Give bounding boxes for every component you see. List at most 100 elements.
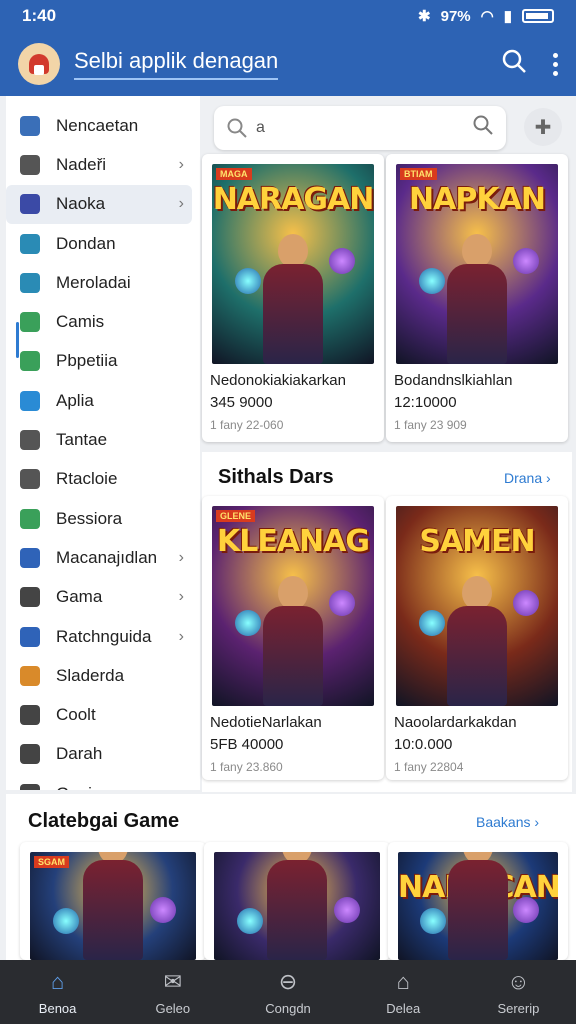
game-artwork[interactable] (214, 852, 380, 960)
nav-item[interactable]: ⌂ Benoa (0, 960, 115, 1024)
game-card[interactable]: SAMEN Naoolardarkakdan 10:0.000 1 fany 2280… (386, 496, 568, 780)
magic-orb (334, 897, 361, 924)
game-card[interactable]: NANHCAN (388, 842, 568, 960)
sidebar-item-label: Nadeři (56, 154, 107, 174)
sidebar-item[interactable]: Bessiora (6, 499, 192, 538)
game-price: 10:0.000 (394, 736, 453, 753)
sidebar-item[interactable]: Gania (6, 774, 192, 790)
search-bar[interactable]: a (214, 106, 506, 150)
section-link-1[interactable]: Drana › (504, 470, 551, 486)
sidebar-item[interactable]: Tantae (6, 420, 192, 459)
game-artwork[interactable]: MAGA NARAGAN (212, 164, 374, 364)
edit-icon (20, 665, 40, 686)
sidebar-item-label: Gama (56, 587, 103, 607)
sidebar-item[interactable]: Ratchnguida › (6, 617, 192, 656)
hero-figure (73, 852, 153, 960)
mail-icon: ✉ (163, 968, 183, 994)
link-icon (20, 705, 40, 726)
sidebar-item-label: Coolt (56, 705, 96, 725)
sidebar-item[interactable]: Meroladai (6, 263, 192, 302)
sidebar-item[interactable]: Naoka › (6, 184, 192, 224)
search-icon (227, 118, 247, 138)
section-link-2[interactable]: Baakans › (476, 814, 539, 830)
app-logo[interactable] (18, 43, 60, 85)
search-input[interactable]: a (256, 119, 265, 137)
sidebar-item[interactable]: Nadeři › (6, 145, 192, 184)
nav-label: Congdn (265, 1000, 311, 1016)
game-meta: 1 fany 23.860 (210, 760, 283, 774)
sidebar-item[interactable]: Nencaetan (6, 106, 192, 145)
sidebar-item[interactable]: Pbpetiia (6, 342, 192, 381)
battery-icon (522, 9, 554, 23)
game-artwork[interactable]: NANHCAN (398, 852, 558, 960)
game-artwork[interactable]: GLENE KLEANAG (212, 506, 374, 706)
magic-orb (234, 268, 261, 294)
magic-orb (418, 268, 445, 294)
sidebar-item[interactable]: Rtacloie (6, 460, 192, 499)
sidebar-item[interactable]: Darah (6, 735, 192, 774)
game-meta: 1 fany 22804 (394, 760, 464, 774)
game-card[interactable]: GLENE KLEANAG NedotieNarlakan 5FB 40000 1 fa… (202, 496, 384, 780)
home-icon: ⌂ (50, 968, 65, 994)
game-name: Naoolardarkakdan (394, 714, 517, 731)
nav-item[interactable]: ✉ Geleo (115, 960, 230, 1024)
sidebar-item[interactable]: Coolt (6, 695, 192, 734)
game-price: 5FB 40000 (210, 736, 284, 753)
magic-orb (328, 590, 355, 616)
sidebar-item[interactable]: Gama › (6, 578, 192, 617)
bluetooth-icon: ✱ (418, 8, 431, 25)
puzzle-button[interactable]: ✚ (524, 108, 562, 146)
hero-figure (253, 576, 333, 706)
game-card[interactable]: BTIAM NAPKAN Bodandnslkiahlan 12:10000 1 fan… (386, 154, 568, 442)
nav-label: Sererip (497, 1000, 540, 1016)
chevron-right-icon: › (178, 195, 184, 213)
sidebar-item-label: Sladerda (56, 665, 125, 685)
sidebar-item-label: Tantae (56, 430, 108, 450)
cellular-icon: ▮ (503, 8, 512, 25)
nav-label: Delea (386, 1000, 421, 1016)
book-icon (20, 194, 40, 215)
search-submit-icon[interactable] (472, 114, 494, 142)
square-icon (20, 430, 40, 451)
game-artwork[interactable]: SAMEN (396, 506, 558, 706)
search-icon[interactable] (501, 48, 527, 81)
more-vert-icon[interactable] (553, 52, 558, 76)
section-title-2: Clatebgai Game (28, 810, 180, 832)
photo-icon (20, 272, 40, 293)
nav-item[interactable]: ⌂ Delea (346, 960, 461, 1024)
chevron-right-icon: › (178, 588, 184, 606)
nav-item[interactable]: ⊖ Congdn (230, 960, 345, 1024)
status-icons: ✱ 97% ◠ ▮ (418, 7, 554, 25)
chevron-right-icon: › (178, 548, 184, 566)
game-price: 12:10000 (394, 394, 457, 411)
game-card[interactable] (204, 842, 390, 960)
sidebar-item[interactable]: Aplia (6, 381, 192, 420)
game-meta: 1 fany 23 909 (394, 418, 467, 432)
sidebar-item-label: Dondan (56, 233, 116, 253)
sidebar-item[interactable]: Sladerda (6, 656, 192, 695)
game-name: NedotieNarlakan (210, 714, 322, 731)
nav-item[interactable]: ☺ Sererip (461, 960, 576, 1024)
sidebar-item[interactable]: Dondan (6, 224, 192, 263)
game-card[interactable]: MAGA NARAGAN Nedonokiakiakarkan 345 9000 1 f… (202, 154, 384, 442)
art-badge: BTIAM (400, 168, 437, 180)
sidebar-item-label: Darah (56, 744, 103, 764)
game-artwork[interactable]: SGAM (30, 852, 196, 960)
nav-label: Geleo (155, 1000, 191, 1016)
art-title: NARAGAN (212, 182, 374, 217)
sidebar-item-label: Gania (56, 784, 101, 790)
plus-icon (20, 744, 40, 765)
game-meta: 1 fany 22-060 (210, 418, 284, 432)
magic-orb (512, 590, 539, 616)
sidebar-item[interactable]: Macanajıdlan › (6, 538, 192, 577)
section-link-2-label: Baakans (476, 814, 531, 830)
game-card[interactable]: SGAM (20, 842, 206, 960)
status-bar: 1:40 ✱ 97% ◠ ▮ (0, 0, 576, 32)
game-artwork[interactable]: BTIAM NAPKAN (396, 164, 558, 364)
section-link-1-label: Drana (504, 470, 543, 486)
sidebar-item[interactable]: Camis (6, 302, 192, 341)
art-badge: GLENE (216, 510, 256, 522)
store-icon: ⌂ (396, 968, 410, 994)
hero-figure (253, 234, 333, 364)
sidebar-item-label: Pbpetiia (56, 351, 118, 371)
